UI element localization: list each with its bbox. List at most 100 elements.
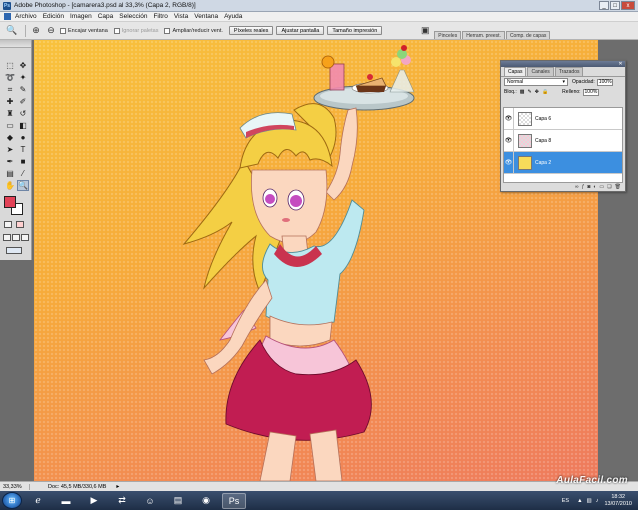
standard-mode-icon[interactable] [4,221,12,228]
quick-mask-icon[interactable] [16,221,24,228]
brush-tool-icon[interactable]: ✐ [17,96,29,107]
zoom-out-icon[interactable]: ⊖ [45,25,57,37]
visibility-eye-icon[interactable]: 👁 [504,107,514,130]
zoom-tool-active-icon[interactable]: 🔍 [17,180,29,191]
maximize-button[interactable]: □ [610,1,620,10]
move-tool-icon[interactable]: ✥ [17,60,29,71]
magic-wand-icon[interactable]: ✦ [17,72,29,83]
tab-layers[interactable]: Capas [504,67,527,76]
checkbox-box[interactable] [60,27,66,34]
menu-edicion[interactable]: Edición [43,13,64,20]
zoom-in-icon[interactable]: ⊕ [30,25,42,37]
layer-row-capa-6[interactable]: 👁 Capa 6 [504,107,622,130]
new-group-icon[interactable]: ▭ [599,184,604,190]
print-size-button[interactable]: Tamaño impresión [327,26,383,35]
menu-vista[interactable]: Vista [174,13,188,20]
slice-tool-icon[interactable]: ✎ [17,84,29,95]
lock-all-icon[interactable]: 🔒 [542,89,548,95]
new-layer-icon[interactable]: ❏ [607,184,611,190]
tab-paths[interactable]: Trazados [554,67,584,76]
screen-mode-full-icon[interactable] [21,234,29,241]
visibility-eye-icon[interactable]: 👁 [504,151,514,174]
language-indicator[interactable]: ES [562,498,569,504]
tab-brushes[interactable]: Pinceles [434,31,462,39]
imageready-icon[interactable] [6,247,22,254]
blur-tool-icon[interactable]: ◆ [4,132,16,143]
lock-position-icon[interactable]: ✥ [535,89,539,95]
trash-icon[interactable]: 🗑 [615,184,621,190]
minimize-button[interactable]: _ [599,1,609,10]
volume-icon[interactable]: ♪ [596,498,599,504]
resize-windows-checkbox[interactable]: Ampliar/reducir vent. [164,27,223,34]
internet-explorer-icon[interactable]: ℯ [26,493,50,509]
marquee-tool-icon[interactable]: ⬚ [4,60,16,71]
lock-transparency-icon[interactable]: ▩ [520,89,525,95]
scanner-icon[interactable]: ▤ [166,493,190,509]
clone-stamp-icon[interactable]: ♜ [4,108,16,119]
menu-capa[interactable]: Capa [98,13,114,20]
pen-tool-icon[interactable]: ✒ [4,156,16,167]
zoom-tool-icon[interactable]: 🔍 [6,25,18,37]
lock-pixels-icon[interactable]: ✎ [528,89,532,95]
healing-brush-icon[interactable]: ✚ [4,96,16,107]
menu-ayuda[interactable]: Ayuda [224,13,242,20]
actual-pixels-button[interactable]: Píxeles reales [228,26,274,35]
toolbox-grip[interactable] [0,40,31,48]
menu-archivo[interactable]: Archivo [15,13,37,20]
screen-mode-standard-icon[interactable] [3,234,11,241]
adjustment-layer-icon[interactable]: ◐ [593,184,596,190]
gradient-tool-icon[interactable]: ◧ [17,120,29,131]
dodge-tool-icon[interactable]: ● [17,132,29,143]
menu-seleccion[interactable]: Selección [119,13,147,20]
checkbox-box[interactable] [164,27,171,34]
tab-channels[interactable]: Canales [527,67,554,76]
foreground-color-swatch[interactable] [4,196,16,208]
link-layers-icon[interactable]: ∞ [575,184,579,190]
start-button[interactable]: ⊞ [2,492,22,509]
layer-mask-icon[interactable]: ◙ [587,184,590,190]
zoom-level[interactable]: 33,33% [0,483,30,490]
photoshop-taskbar-icon[interactable]: Ps [222,492,246,509]
tab-tool-presets[interactable]: Herram. preest. [462,31,505,39]
shape-tool-icon[interactable]: ■ [17,156,29,167]
close-button[interactable]: x [621,1,635,10]
fill-field[interactable]: 100% [582,88,599,96]
checkbox-box[interactable] [113,27,120,34]
app-menu-icon[interactable] [4,13,11,20]
layer-style-icon[interactable]: ƒ [582,184,585,190]
history-brush-icon[interactable]: ↺ [17,108,29,119]
messenger-icon[interactable]: ☺ [138,493,162,509]
status-menu-arrow-icon[interactable]: ▸ [116,483,119,490]
network-icon[interactable]: ⇄ [110,493,134,509]
ignore-palettes-checkbox[interactable]: Ignorar paletas [113,27,158,34]
fit-screen-button[interactable]: Ajustar pantalla [276,26,325,35]
chrome-icon[interactable]: ◉ [194,493,218,509]
menu-imagen[interactable]: Imagen [70,13,92,20]
eraser-tool-icon[interactable]: ▭ [4,120,16,131]
fill-label: Relleno: [562,89,581,95]
crop-tool-icon[interactable]: ⌗ [4,84,16,95]
menu-ventana[interactable]: Ventana [194,13,218,20]
layer-row-capa-8[interactable]: 👁 Capa 8 [504,129,622,152]
path-select-icon[interactable]: ➤ [4,144,16,155]
notes-tool-icon[interactable]: ▤ [4,168,16,179]
opacity-field[interactable]: 100% [596,78,613,86]
layer-row-capa-2[interactable]: 👁 Capa 2 [504,151,622,174]
visibility-eye-icon[interactable]: 👁 [504,129,514,152]
screen-mode-menu-icon[interactable] [12,234,20,241]
eyedropper-icon[interactable]: ⁄ [17,168,29,179]
panel-close-icon[interactable]: ✕ [617,60,624,67]
tray-arrow-icon[interactable]: ▲ [577,498,582,504]
blend-mode-select[interactable]: Normal ▾ [504,78,568,86]
network-tray-icon[interactable]: ▥ [587,498,592,504]
type-tool-icon[interactable]: T [17,144,29,155]
lasso-tool-icon[interactable]: ➰ [4,72,16,83]
fit-window-checkbox[interactable]: Encajar ventana [60,27,108,34]
file-explorer-icon[interactable]: ▬ [54,493,78,509]
menu-filtro[interactable]: Filtro [153,13,167,20]
palette-well-icon[interactable]: ▣ [419,25,431,37]
clock[interactable]: 18:32 13/07/2010 [604,494,632,506]
hand-tool-icon[interactable]: ✋ [4,180,16,191]
media-player-icon[interactable]: ▶ [82,493,106,509]
tab-layer-comps[interactable]: Comp. de capas [505,31,551,39]
